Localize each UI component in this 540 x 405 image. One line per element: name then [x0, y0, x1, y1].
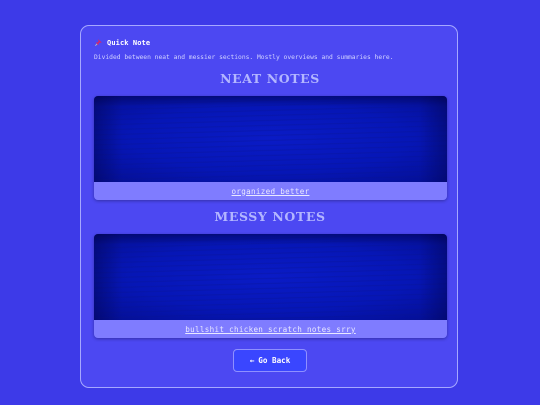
back-arrow-icon: ← [249, 356, 255, 365]
section-title-messy: MESSY NOTES [214, 209, 326, 224]
go-back-label: Go Back [258, 356, 291, 365]
note-panel: Quick Note Divided between neat and mess… [80, 25, 458, 388]
messy-notes-image[interactable] [94, 234, 447, 320]
neat-notes-card[interactable]: organized better [94, 96, 447, 200]
messy-notes-caption[interactable]: bullshit chicken scratch notes srry [185, 325, 356, 334]
neat-notes-image[interactable] [94, 96, 447, 182]
note-header: Quick Note [94, 38, 150, 47]
neat-notes-caption[interactable]: organized better [232, 187, 310, 196]
neat-notes-caption-bar: organized better [94, 182, 447, 200]
header-title: Quick Note [107, 38, 151, 47]
header-subtitle: Divided between neat and messier section… [94, 54, 394, 61]
pushpin-icon [95, 39, 102, 46]
section-title-neat: NEAT NOTES [220, 71, 320, 86]
messy-notes-caption-bar: bullshit chicken scratch notes srry [94, 320, 447, 338]
messy-notes-card[interactable]: bullshit chicken scratch notes srry [94, 234, 447, 338]
go-back-button[interactable]: ← Go Back [233, 349, 307, 372]
